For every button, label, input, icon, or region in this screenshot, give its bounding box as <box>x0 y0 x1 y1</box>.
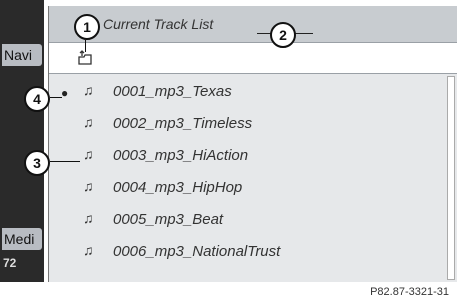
list-item[interactable]: ♫ 0005_mp3_Beat <box>49 204 444 236</box>
track-label: 0005_mp3_Beat <box>113 211 224 228</box>
scrollbar-thumb[interactable] <box>447 76 455 280</box>
track-label: 0003_mp3_HiAction <box>113 147 249 164</box>
track-label: 0004_mp3_HipHop <box>113 179 243 196</box>
music-note-icon: ♫ <box>83 146 94 162</box>
callout-leader <box>50 161 80 162</box>
sidebar-tab-media[interactable]: Medi <box>2 228 42 250</box>
folder-up-icon[interactable] <box>77 50 93 66</box>
page-title: Current Track List <box>103 16 214 32</box>
callout-3: 3 <box>24 150 50 176</box>
track-list-panel: Current Track List ● ♫ 0001_mp3_Texas ♫ … <box>48 6 457 282</box>
music-note-icon: ♫ <box>83 242 94 258</box>
callout-2: 2 <box>270 22 296 48</box>
sidebar: Navi Medi 72 <box>0 0 44 282</box>
list-item[interactable]: ♫ 0004_mp3_HipHop <box>49 172 444 204</box>
list-item[interactable]: ♫ 0006_mp3_NationalTrust <box>49 236 444 268</box>
scrollbar[interactable] <box>447 76 455 280</box>
sidebar-tab-navi[interactable]: Navi <box>2 44 42 66</box>
folder-path-bar[interactable] <box>49 43 457 74</box>
title-bar: Current Track List <box>49 6 457 43</box>
callout-leader <box>85 40 86 52</box>
current-track-marker: ● <box>61 86 69 100</box>
track-list: ● ♫ 0001_mp3_Texas ♫ 0002_mp3_Timeless ♫… <box>49 76 444 268</box>
music-note-icon: ♫ <box>83 82 94 98</box>
track-label: 0001_mp3_Texas <box>113 83 232 100</box>
list-item[interactable]: ♫ 0003_mp3_HiAction <box>49 140 444 172</box>
figure-reference: P82.87-3321-31 <box>370 286 449 298</box>
sidebar-number: 72 <box>3 256 17 270</box>
list-item[interactable]: ● ♫ 0001_mp3_Texas <box>49 76 444 108</box>
music-note-icon: ♫ <box>83 114 94 130</box>
music-note-icon: ♫ <box>83 178 94 194</box>
screen: Navi Medi 72 Current Track List ● ♫ 0001… <box>0 0 457 282</box>
track-label: 0006_mp3_NationalTrust <box>113 243 281 260</box>
list-item[interactable]: ♫ 0002_mp3_Timeless <box>49 108 444 140</box>
callout-4: 4 <box>24 86 50 112</box>
callout-1: 1 <box>74 14 100 40</box>
music-note-icon: ♫ <box>83 210 94 226</box>
callout-leader <box>50 97 62 98</box>
track-label: 0002_mp3_Timeless <box>113 115 253 132</box>
